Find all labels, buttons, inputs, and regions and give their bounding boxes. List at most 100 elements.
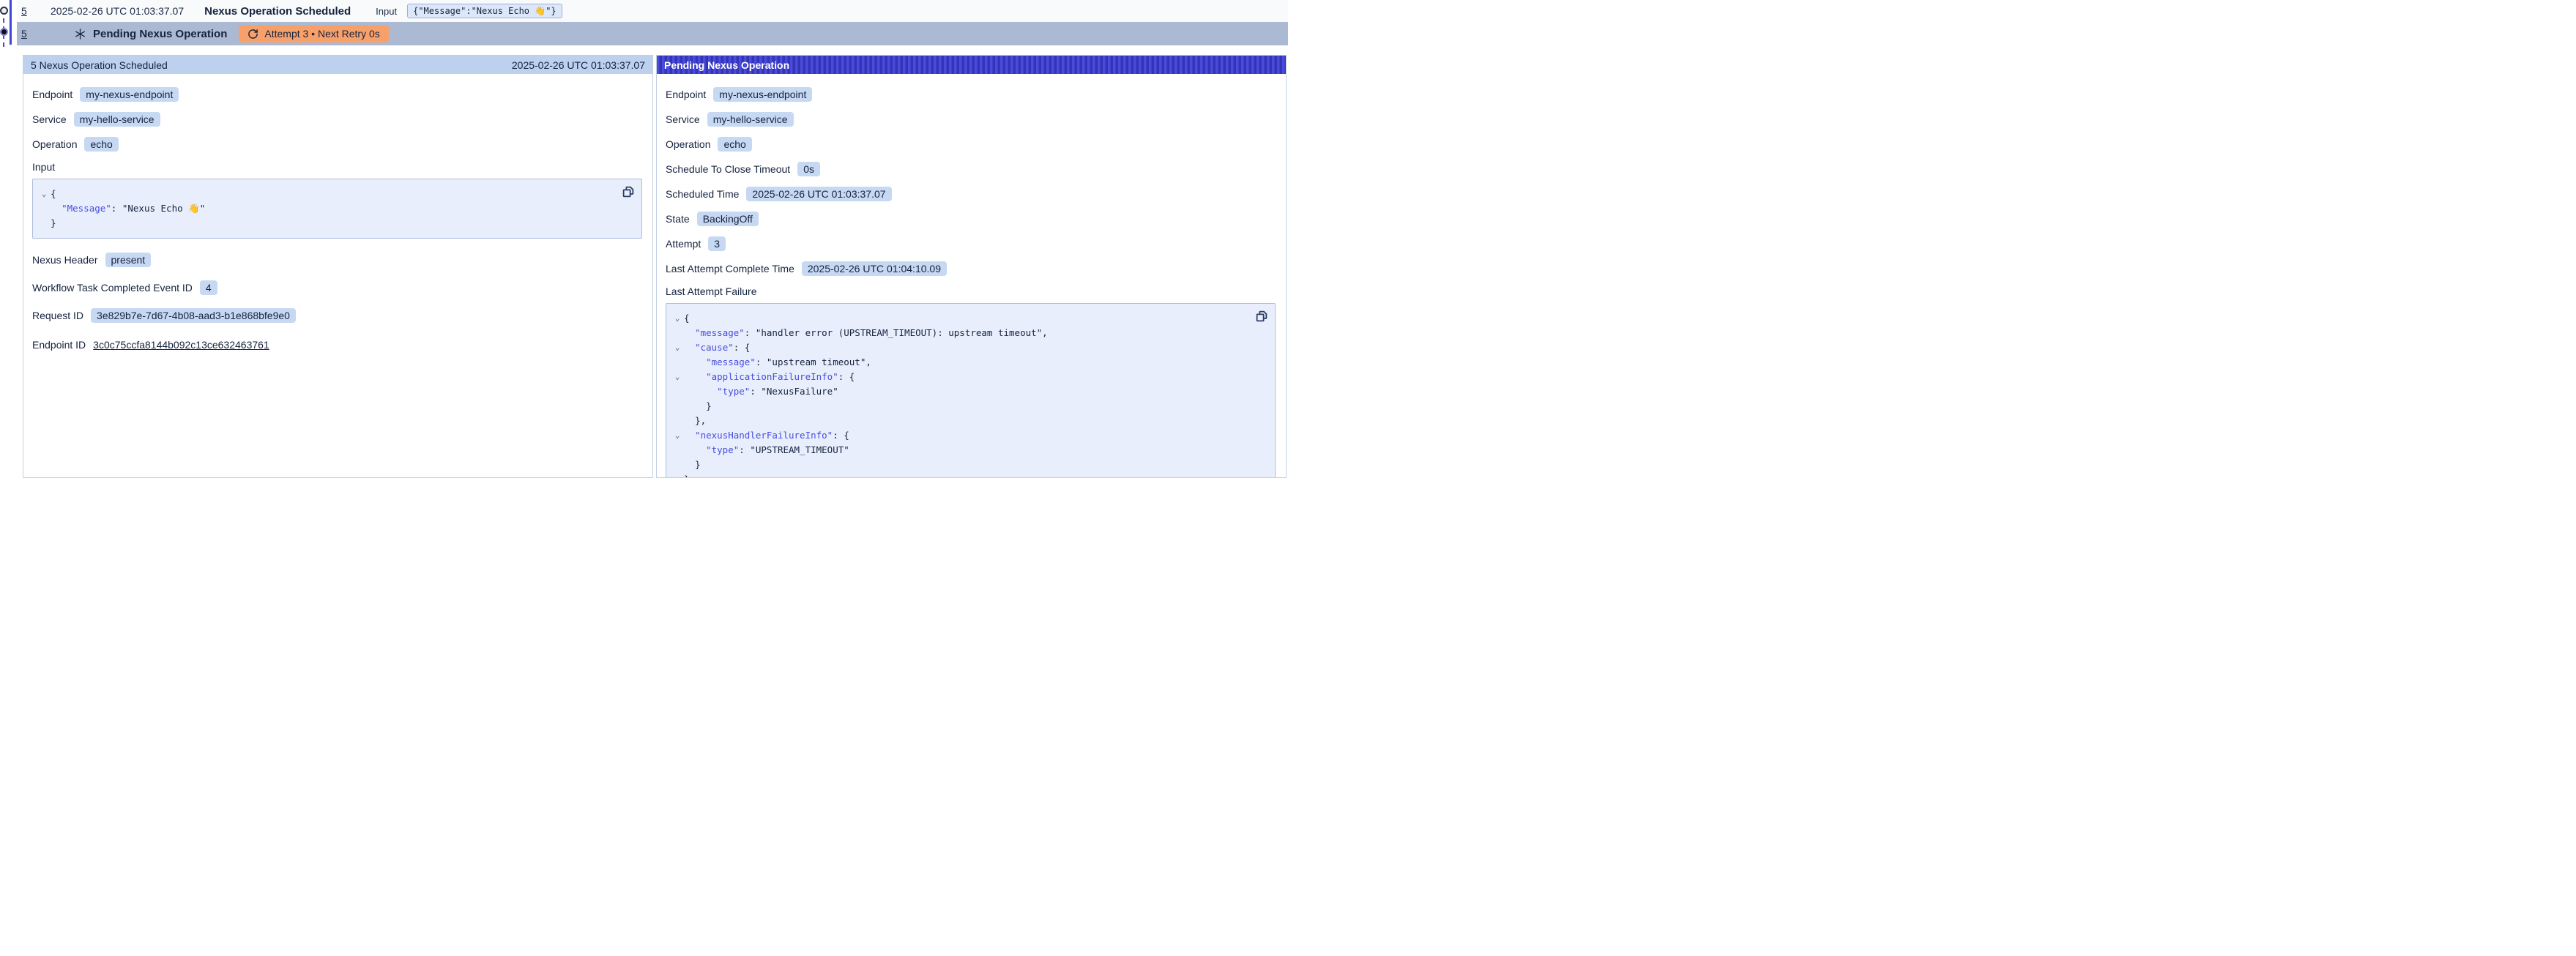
- field-endpoint: Endpoint my-nexus-endpoint: [666, 86, 1276, 102]
- copy-icon[interactable]: [622, 185, 635, 198]
- field-label: Service: [666, 113, 700, 125]
- field-request-id: Request ID 3e829b7e-7d67-4b08-aad3-b1e86…: [32, 307, 642, 323]
- field-label: Scheduled Time: [666, 188, 739, 200]
- json-line: }: [671, 472, 1246, 478]
- retry-refresh-icon: [247, 29, 258, 40]
- field-label: Endpoint: [666, 89, 706, 100]
- json-line: ⌄ "applicationFailureInfo": {: [671, 370, 1246, 384]
- timeline-pending-dot-icon: [0, 28, 8, 36]
- pending-operation-panel: Pending Nexus Operation Endpoint my-nexu…: [656, 55, 1287, 478]
- field-service: Service my-hello-service: [666, 111, 1276, 127]
- collapse-chevron-icon[interactable]: ⌄: [671, 428, 684, 443]
- field-state: State BackingOff: [666, 211, 1276, 226]
- field-label: Request ID: [32, 310, 83, 321]
- json-line: ⌄ {: [671, 311, 1246, 326]
- field-attempt: Attempt 3: [666, 236, 1276, 251]
- json-line: }: [671, 458, 1246, 472]
- endpoint-value-badge: my-nexus-endpoint: [713, 87, 812, 102]
- input-json-viewer: ⌄ { "Message": "Nexus Echo 👋" }: [32, 179, 642, 239]
- field-label: Workflow Task Completed Event ID: [32, 282, 193, 294]
- event-rows: 5 2025-02-26 UTC 01:03:37.07 Nexus Opera…: [17, 0, 1288, 45]
- json-line: }: [671, 399, 1246, 414]
- pending-panel-body: Endpoint my-nexus-endpoint Service my-he…: [657, 74, 1286, 478]
- json-line: ⌄ "nexusHandlerFailureInfo": {: [671, 428, 1246, 443]
- scheduled-time-value-badge: 2025-02-26 UTC 01:03:37.07: [746, 187, 891, 201]
- scheduled-panel-title: 5 Nexus Operation Scheduled: [31, 59, 168, 71]
- endpoint-id-link[interactable]: 3c0c75ccfa8144b092c13ce632463761: [93, 339, 269, 351]
- failure-json-viewer: ⌄ { "message": "handler error (UPSTREAM_…: [666, 303, 1276, 478]
- json-line: "type": "NexusFailure": [671, 384, 1246, 399]
- field-last-attempt-complete-time: Last Attempt Complete Time 2025-02-26 UT…: [666, 261, 1276, 276]
- field-label: State: [666, 213, 690, 225]
- detail-panels: 5 Nexus Operation Scheduled 2025-02-26 U…: [23, 55, 1287, 478]
- field-label: Service: [32, 113, 67, 125]
- collapse-chevron-icon[interactable]: ⌄: [671, 340, 684, 355]
- scheduled-panel-timestamp: 2025-02-26 UTC 01:03:37.07: [512, 59, 645, 71]
- json-line: ⌄ "cause": {: [671, 340, 1246, 355]
- pending-panel-title: Pending Nexus Operation: [664, 59, 789, 71]
- field-label: Endpoint: [32, 89, 72, 100]
- wtc-event-id-value-badge: 4: [200, 280, 217, 295]
- timeline-event-circle-icon: [0, 7, 8, 15]
- json-line: }: [37, 216, 612, 231]
- scheduled-panel-header: 5 Nexus Operation Scheduled 2025-02-26 U…: [23, 56, 652, 74]
- collapse-chevron-icon[interactable]: ⌄: [671, 311, 684, 326]
- json-line: },: [671, 414, 1246, 428]
- field-nexus-header: Nexus Header present: [32, 252, 642, 267]
- attempt-value-badge: 3: [708, 236, 726, 251]
- asterisk-pending-icon: [74, 28, 86, 40]
- field-scheduled-time: Scheduled Time 2025-02-26 UTC 01:03:37.0…: [666, 186, 1276, 201]
- field-workflow-task-completed-event-id: Workflow Task Completed Event ID 4: [32, 280, 642, 295]
- last-attempt-failure-label: Last Attempt Failure: [666, 285, 1276, 297]
- pending-event-id-link[interactable]: 5: [21, 28, 31, 40]
- nexus-header-value-badge: present: [105, 253, 152, 267]
- service-value-badge: my-hello-service: [707, 112, 794, 127]
- field-operation: Operation echo: [666, 136, 1276, 152]
- event-timestamp: 2025-02-26 UTC 01:03:37.07: [51, 5, 184, 17]
- pending-event-title: Pending Nexus Operation: [93, 28, 227, 40]
- field-label: Attempt: [666, 238, 701, 250]
- json-line: "type": "UPSTREAM_TIMEOUT": [671, 443, 1246, 458]
- event-title: Nexus Operation Scheduled: [204, 5, 351, 18]
- retry-attempt-badge: Attempt 3 • Next Retry 0s: [239, 25, 388, 42]
- copy-icon[interactable]: [1255, 310, 1268, 323]
- last-attempt-complete-value-badge: 2025-02-26 UTC 01:04:10.09: [802, 261, 947, 276]
- event-input-value-chip[interactable]: {"Message":"Nexus Echo 👋"}: [407, 4, 562, 18]
- field-label: Schedule To Close Timeout: [666, 163, 790, 175]
- field-label: Operation: [32, 138, 77, 150]
- event-row-nexus-operation-scheduled[interactable]: 5 2025-02-26 UTC 01:03:37.07 Nexus Opera…: [17, 0, 1288, 22]
- json-line: "Message": "Nexus Echo 👋": [37, 201, 612, 216]
- request-id-value-badge: 3e829b7e-7d67-4b08-aad3-b1e868bfe9e0: [91, 308, 296, 323]
- field-label: Nexus Header: [32, 254, 98, 266]
- field-service: Service my-hello-service: [32, 111, 642, 127]
- json-line: "message": "handler error (UPSTREAM_TIME…: [671, 326, 1246, 340]
- field-endpoint: Endpoint my-nexus-endpoint: [32, 86, 642, 102]
- operation-value-badge: echo: [84, 137, 118, 152]
- field-label: Operation: [666, 138, 710, 150]
- field-endpoint-id: Endpoint ID 3c0c75ccfa8144b092c13ce63246…: [32, 337, 642, 352]
- json-line: ⌄ {: [37, 187, 612, 201]
- pending-panel-header: Pending Nexus Operation: [657, 56, 1286, 74]
- state-value-badge: BackingOff: [697, 212, 759, 226]
- event-timeline-gutter: [0, 0, 18, 51]
- service-value-badge: my-hello-service: [74, 112, 160, 127]
- field-schedule-to-close-timeout: Schedule To Close Timeout 0s: [666, 161, 1276, 176]
- event-history-view: 5 2025-02-26 UTC 01:03:37.07 Nexus Opera…: [0, 0, 1288, 478]
- timeline-active-bar: [10, 0, 12, 45]
- json-line: "message": "upstream timeout",: [671, 355, 1246, 370]
- scheduled-panel-body: Endpoint my-nexus-endpoint Service my-he…: [23, 74, 652, 352]
- collapse-chevron-icon[interactable]: ⌄: [37, 187, 51, 201]
- event-input-label: Input: [376, 6, 397, 17]
- schedule-to-close-value-badge: 0s: [797, 162, 820, 176]
- field-label: Last Attempt Complete Time: [666, 263, 794, 275]
- field-operation: Operation echo: [32, 136, 642, 152]
- retry-badge-text: Attempt 3 • Next Retry 0s: [264, 28, 379, 40]
- event-row-pending-nexus-operation[interactable]: 5 Pending Nexus Operation Attempt 3 • Ne…: [17, 22, 1288, 45]
- operation-value-badge: echo: [718, 137, 751, 152]
- scheduled-event-panel: 5 Nexus Operation Scheduled 2025-02-26 U…: [23, 55, 653, 478]
- field-label: Endpoint ID: [32, 339, 86, 351]
- endpoint-value-badge: my-nexus-endpoint: [80, 87, 179, 102]
- event-id-link[interactable]: 5: [21, 5, 31, 17]
- input-section-label: Input: [32, 161, 642, 173]
- collapse-chevron-icon[interactable]: ⌄: [671, 370, 684, 384]
